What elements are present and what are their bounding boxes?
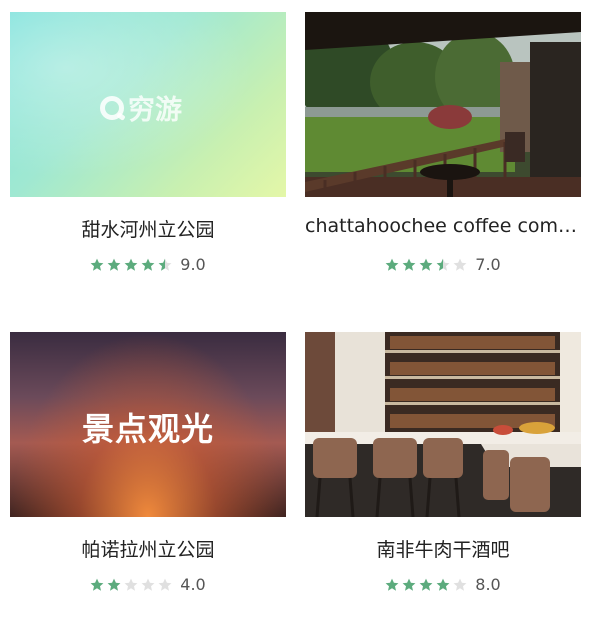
place-thumbnail[interactable]: 景点观光 bbox=[10, 332, 286, 517]
qyer-logo: 穷游 bbox=[100, 88, 182, 127]
star-empty-icon bbox=[141, 578, 155, 591]
rating: 7.0 bbox=[305, 255, 581, 274]
star-empty-icon bbox=[453, 258, 467, 271]
rating: 4.0 bbox=[10, 575, 286, 594]
rating-score: 4.0 bbox=[180, 575, 206, 594]
star-filled-icon bbox=[90, 578, 104, 591]
rating: 8.0 bbox=[305, 575, 581, 594]
rating: 9.0 bbox=[10, 255, 286, 274]
place-title[interactable]: 南非牛肉干酒吧 bbox=[305, 535, 581, 562]
place-thumbnail[interactable] bbox=[305, 12, 581, 197]
star-filled-icon bbox=[419, 258, 433, 271]
star-half-icon bbox=[158, 258, 172, 271]
star-filled-icon bbox=[107, 258, 121, 271]
thumbnail-overlay-text: 景点观光 bbox=[81, 411, 214, 447]
star-empty-icon bbox=[124, 578, 138, 591]
star-filled-icon bbox=[402, 258, 416, 271]
bar-photo bbox=[305, 332, 581, 517]
logo-text: 穷游 bbox=[128, 95, 182, 125]
star-empty-icon bbox=[453, 578, 467, 591]
star-filled-icon bbox=[385, 258, 399, 271]
place-card[interactable]: 穷游 甜水河州立公园 9.0 bbox=[10, 12, 286, 292]
rating-score: 8.0 bbox=[475, 575, 501, 594]
star-filled-icon bbox=[402, 578, 416, 591]
terrace-photo bbox=[305, 12, 581, 197]
star-filled-icon bbox=[124, 258, 138, 271]
star-empty-icon bbox=[158, 578, 172, 591]
star-filled-icon bbox=[385, 578, 399, 591]
place-thumbnail[interactable] bbox=[305, 332, 581, 517]
star-rating bbox=[385, 258, 467, 272]
star-filled-icon bbox=[107, 578, 121, 591]
place-title[interactable]: chattahoochee coffee comp… bbox=[305, 215, 581, 237]
rating-score: 7.0 bbox=[475, 255, 501, 274]
star-rating bbox=[90, 258, 172, 272]
star-filled-icon bbox=[419, 578, 433, 591]
star-filled-icon bbox=[436, 578, 450, 591]
place-card[interactable]: 南非牛肉干酒吧 8.0 bbox=[305, 332, 581, 612]
rating-score: 9.0 bbox=[180, 255, 206, 274]
place-card[interactable]: 景点观光 帕诺拉州立公园 4.0 bbox=[10, 332, 286, 612]
star-rating bbox=[385, 578, 467, 592]
star-half-icon bbox=[436, 258, 450, 271]
star-filled-icon bbox=[90, 258, 104, 271]
place-card[interactable]: chattahoochee coffee comp… 7.0 bbox=[305, 12, 581, 292]
search-q-icon bbox=[100, 95, 124, 120]
place-thumbnail[interactable]: 穷游 bbox=[10, 12, 286, 197]
place-title[interactable]: 帕诺拉州立公园 bbox=[10, 535, 286, 562]
place-title[interactable]: 甜水河州立公园 bbox=[10, 215, 286, 242]
star-rating bbox=[90, 578, 172, 592]
star-filled-icon bbox=[141, 258, 155, 271]
